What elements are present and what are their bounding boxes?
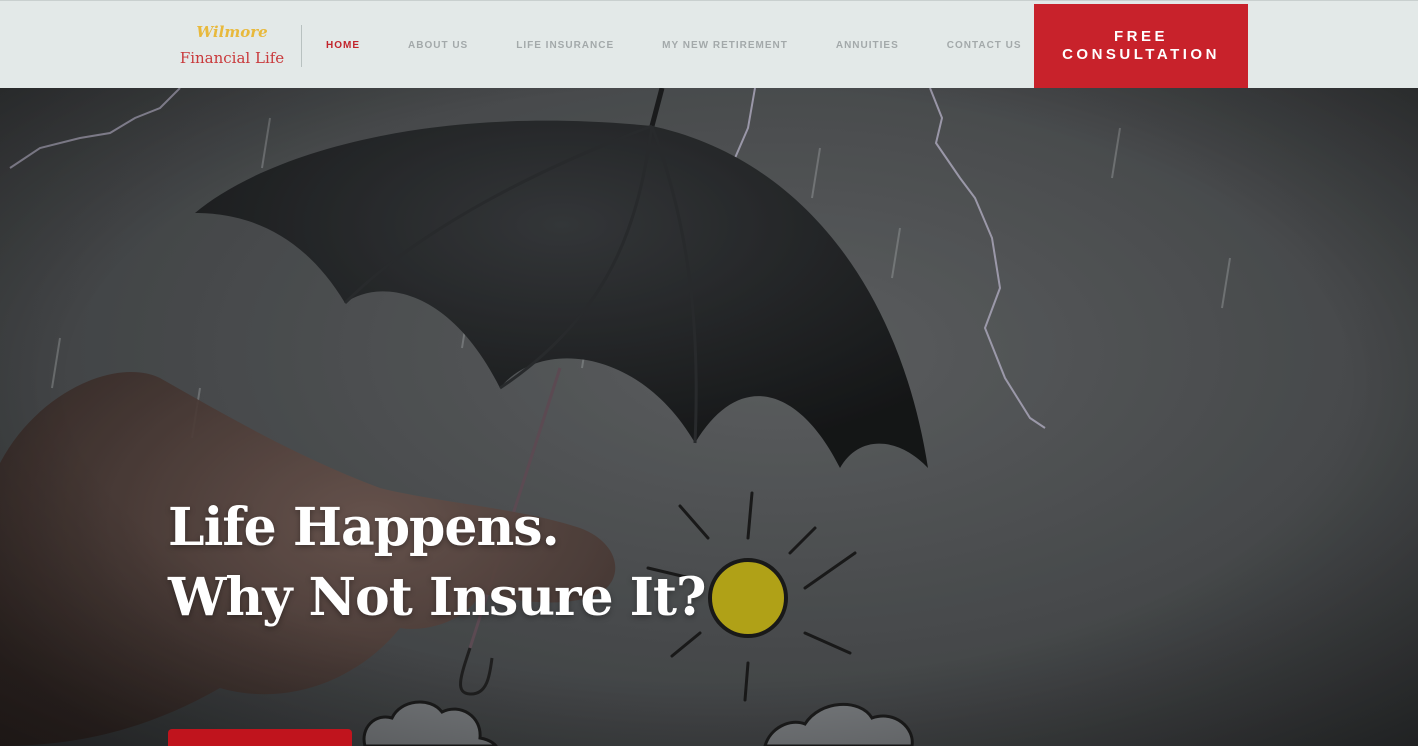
nav-item-life-insurance[interactable]: LIFE INSURANCE (492, 40, 638, 51)
nav-item-my-new-retirement[interactable]: MY NEW RETIREMENT (638, 40, 812, 51)
logo[interactable]: Wilmore Financial Life (176, 19, 288, 71)
nav-item-annuities[interactable]: ANNUITIES (812, 40, 923, 51)
hero-headline: Life Happens. Why Not Insure It? (168, 493, 706, 633)
cta-line-2: CONSULTATION (1062, 46, 1220, 63)
hero-image (0, 88, 1418, 746)
nav-item-home[interactable]: HOME (302, 40, 384, 51)
nav-item-about-us[interactable]: ABOUT US (384, 40, 492, 51)
hero-section: Life Happens. Why Not Insure It? (0, 88, 1418, 746)
nav-item-contact-us[interactable]: CONTACT US (923, 40, 1046, 51)
free-consultation-button[interactable]: FREE CONSULTATION (1034, 4, 1248, 88)
logo-line-2: Financial Life (179, 49, 285, 67)
hero-cta-button[interactable] (168, 729, 352, 746)
hero-headline-line-2: Why Not Insure It? (168, 567, 706, 628)
hero-headline-line-1: Life Happens. (168, 497, 560, 558)
cta-line-1: FREE (1113, 28, 1168, 45)
site-header: Wilmore Financial Life HOME ABOUT US LIF… (0, 0, 1418, 88)
logo-line-1: Wilmore (196, 23, 268, 41)
main-nav: HOME ABOUT US LIFE INSURANCE MY NEW RETI… (302, 1, 1046, 89)
